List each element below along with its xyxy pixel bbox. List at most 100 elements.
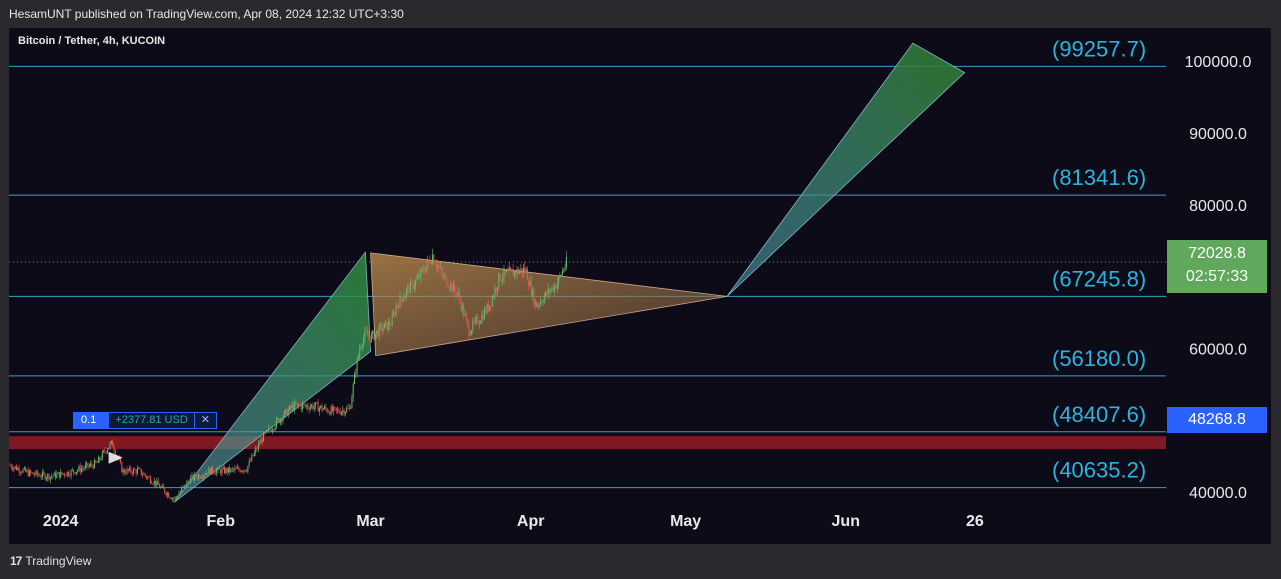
candle-body bbox=[9, 464, 11, 466]
candle-body bbox=[476, 317, 478, 319]
candle-body bbox=[564, 267, 566, 270]
candle-body bbox=[130, 467, 132, 473]
candle-body bbox=[252, 455, 254, 456]
candle-body bbox=[125, 472, 127, 474]
candle-body bbox=[409, 281, 411, 294]
candle-body bbox=[459, 291, 461, 300]
candle-body bbox=[147, 476, 149, 478]
candle-body bbox=[240, 471, 242, 472]
candle-body bbox=[430, 263, 432, 265]
candle-body bbox=[178, 493, 180, 497]
candle-body bbox=[342, 410, 344, 412]
x-tick-label: Feb bbox=[207, 513, 236, 530]
candle-body bbox=[39, 475, 41, 477]
candle-body bbox=[529, 280, 531, 287]
candle-body bbox=[324, 406, 326, 409]
candle-body bbox=[485, 309, 487, 314]
candle-body bbox=[253, 452, 255, 456]
close-icon[interactable]: ✕ bbox=[194, 412, 217, 429]
candle-body bbox=[18, 468, 20, 473]
chart-canvas[interactable]: (99257.7) (81341.6) (67245.8) (56180.0) (484… bbox=[9, 28, 1271, 544]
candle-body bbox=[533, 289, 535, 305]
candle-body bbox=[13, 467, 15, 470]
candle-body bbox=[134, 469, 136, 470]
candle-body bbox=[77, 470, 79, 472]
candle-body bbox=[126, 469, 128, 474]
candle-body bbox=[424, 271, 426, 273]
candle-body bbox=[333, 407, 335, 412]
candle-body bbox=[538, 304, 540, 306]
candle-body bbox=[61, 471, 63, 474]
candle-body bbox=[122, 469, 124, 473]
candle-body bbox=[399, 295, 401, 308]
candle-body bbox=[400, 295, 402, 299]
candle-body bbox=[43, 471, 45, 474]
candle-body bbox=[169, 497, 171, 499]
candle-body bbox=[429, 260, 431, 264]
candle-body bbox=[337, 409, 339, 411]
candle-body bbox=[412, 281, 414, 289]
candle-body bbox=[469, 333, 471, 336]
candle-body bbox=[547, 288, 549, 295]
candle-body bbox=[347, 407, 349, 409]
candle-body bbox=[415, 280, 417, 286]
candle-body bbox=[290, 405, 292, 409]
candle-body bbox=[201, 477, 203, 479]
candle-body bbox=[321, 405, 323, 411]
candle-body bbox=[334, 407, 336, 409]
candle-body bbox=[484, 309, 485, 320]
candle-body bbox=[108, 447, 110, 450]
candle-body bbox=[467, 318, 469, 325]
x-tick-label: May bbox=[670, 513, 701, 530]
chart-frame[interactable]: (99257.7) (81341.6) (67245.8) (56180.0) (484… bbox=[9, 28, 1271, 544]
candle-body bbox=[69, 475, 71, 477]
tradingview-logo[interactable]: 17 TradingView bbox=[10, 554, 91, 568]
candle-body bbox=[190, 477, 192, 484]
candle-body bbox=[393, 312, 394, 316]
candle-body bbox=[398, 305, 400, 308]
candle-body bbox=[363, 338, 365, 346]
candle-body bbox=[519, 270, 521, 274]
candle-body bbox=[426, 259, 428, 266]
candle-body bbox=[221, 468, 223, 474]
candle-body bbox=[536, 301, 537, 307]
candle-body bbox=[558, 276, 560, 284]
candle-body bbox=[428, 259, 430, 261]
candle-body bbox=[477, 317, 479, 325]
candle-body bbox=[344, 411, 346, 415]
candle-body bbox=[58, 472, 60, 478]
position-tool[interactable]: 0.1 +2377.81 USD ✕ bbox=[73, 412, 217, 429]
candle-body bbox=[545, 291, 547, 297]
candle-body bbox=[265, 430, 267, 433]
candle-body bbox=[380, 324, 381, 326]
candle-body bbox=[304, 404, 306, 406]
candle-body bbox=[368, 335, 370, 337]
candle-body bbox=[173, 498, 175, 500]
candle-body bbox=[559, 274, 561, 277]
candle-body bbox=[373, 330, 375, 340]
candle-body bbox=[218, 467, 220, 470]
candle-body bbox=[447, 286, 449, 289]
candle-body bbox=[269, 428, 271, 430]
position-quantity[interactable]: 0.1 bbox=[73, 412, 109, 429]
candle-body bbox=[120, 459, 121, 463]
candle-body bbox=[348, 407, 350, 409]
candle-body bbox=[30, 470, 32, 473]
x-tick-label: Mar bbox=[356, 513, 384, 530]
candle-body bbox=[87, 463, 89, 467]
candle-body bbox=[524, 267, 526, 272]
candle-body bbox=[461, 305, 463, 310]
candle-body bbox=[156, 480, 158, 486]
candle-body bbox=[255, 448, 257, 453]
candle-body bbox=[387, 322, 389, 330]
candle-body bbox=[144, 473, 146, 476]
footer: 17 TradingView bbox=[0, 544, 1281, 579]
candle-body bbox=[135, 469, 137, 474]
candle-body bbox=[274, 426, 276, 430]
candle-body bbox=[294, 402, 296, 410]
candle-body bbox=[251, 455, 253, 461]
candle-body bbox=[289, 405, 290, 411]
candle-body bbox=[560, 274, 562, 276]
candle-body bbox=[222, 467, 224, 469]
candle-body bbox=[247, 465, 249, 472]
